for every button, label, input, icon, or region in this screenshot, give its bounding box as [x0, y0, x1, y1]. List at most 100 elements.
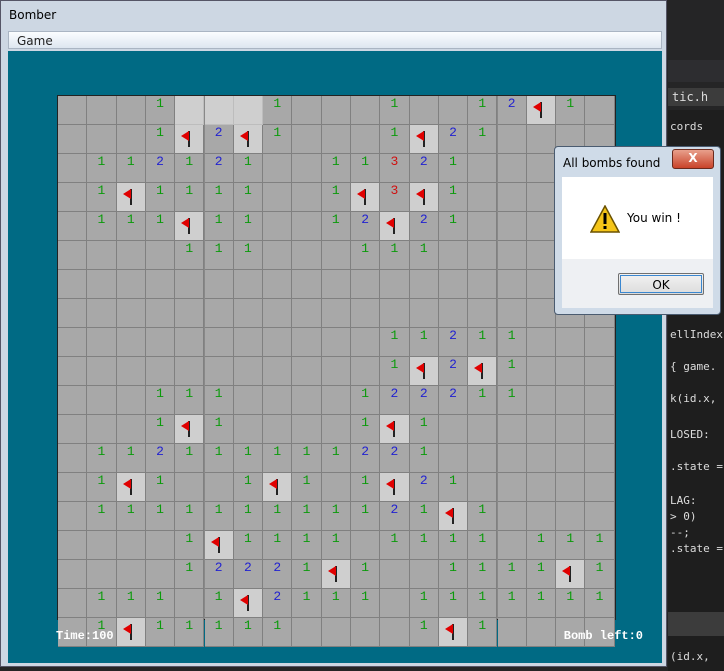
- cell-closed[interactable]: [585, 415, 615, 444]
- cell-closed[interactable]: [526, 415, 557, 444]
- cell-number[interactable]: 1: [321, 531, 351, 560]
- cell-closed[interactable]: [116, 96, 146, 125]
- cell-number[interactable]: 1: [468, 125, 498, 154]
- menu-game[interactable]: Game: [17, 34, 53, 48]
- cell-closed[interactable]: [526, 328, 557, 357]
- cell-closed[interactable]: [292, 154, 322, 183]
- cell-flagged[interactable]: [321, 560, 351, 589]
- cell-number[interactable]: 1: [175, 183, 205, 212]
- cell-number[interactable]: 1: [204, 183, 234, 212]
- cell-number[interactable]: 1: [321, 183, 351, 212]
- cell-closed[interactable]: [556, 502, 586, 531]
- cell-closed[interactable]: [468, 415, 498, 444]
- cell-closed[interactable]: [87, 241, 117, 270]
- cell-number[interactable]: 1: [438, 183, 469, 212]
- cell-closed[interactable]: [58, 96, 88, 125]
- cell-number[interactable]: 1: [233, 618, 264, 647]
- cell-number[interactable]: 1: [87, 183, 117, 212]
- cell-closed[interactable]: [380, 299, 410, 328]
- cell-number[interactable]: 1: [497, 560, 527, 589]
- cell-number[interactable]: 1: [351, 241, 381, 270]
- cell-number[interactable]: 1: [233, 241, 264, 270]
- cell-number[interactable]: 1: [204, 212, 234, 241]
- cell-number[interactable]: 1: [526, 589, 557, 618]
- cell-closed[interactable]: [468, 241, 498, 270]
- cell-closed[interactable]: [556, 386, 586, 415]
- cell-closed[interactable]: [497, 531, 527, 560]
- cell-closed[interactable]: [87, 328, 117, 357]
- cell-number[interactable]: 1: [409, 502, 439, 531]
- cell-number[interactable]: 1: [263, 125, 293, 154]
- cell-number[interactable]: 1: [204, 386, 234, 415]
- cell-number[interactable]: 2: [438, 328, 469, 357]
- cell-flagged[interactable]: [175, 125, 205, 154]
- cell-closed[interactable]: [233, 328, 264, 357]
- cell-number[interactable]: 1: [351, 154, 381, 183]
- cell-closed[interactable]: [175, 328, 205, 357]
- cell-closed[interactable]: [526, 618, 557, 647]
- cell-closed[interactable]: [145, 241, 176, 270]
- cell-closed[interactable]: [526, 212, 557, 241]
- cell-closed[interactable]: [58, 125, 88, 154]
- cell-closed[interactable]: [321, 618, 351, 647]
- cell-number[interactable]: 2: [409, 473, 439, 502]
- ok-button[interactable]: OK: [618, 273, 704, 295]
- cell-number[interactable]: 1: [409, 444, 439, 473]
- cell-closed[interactable]: [292, 96, 322, 125]
- cell-closed[interactable]: [292, 270, 322, 299]
- cell-closed[interactable]: [526, 241, 557, 270]
- cell-closed[interactable]: [175, 299, 205, 328]
- cell-closed[interactable]: [556, 328, 586, 357]
- cell-number[interactable]: 2: [263, 560, 293, 589]
- cell-number[interactable]: 1: [380, 241, 410, 270]
- cell-number[interactable]: 1: [380, 531, 410, 560]
- cell-number[interactable]: 1: [438, 473, 469, 502]
- cell-number[interactable]: 1: [438, 560, 469, 589]
- cell-number[interactable]: 1: [468, 96, 498, 125]
- cell-number[interactable]: 1: [380, 125, 410, 154]
- cell-closed[interactable]: [58, 183, 88, 212]
- cell-number[interactable]: 1: [116, 444, 146, 473]
- cell-number[interactable]: 2: [438, 386, 469, 415]
- cell-number[interactable]: 1: [409, 618, 439, 647]
- cell-closed[interactable]: [233, 357, 264, 386]
- cell-closed[interactable]: [409, 299, 439, 328]
- cell-number[interactable]: 1: [145, 212, 176, 241]
- cell-number[interactable]: 1: [292, 473, 322, 502]
- cell-closed[interactable]: [263, 183, 293, 212]
- cell-closed[interactable]: [116, 241, 146, 270]
- cell-number[interactable]: 1: [321, 212, 351, 241]
- cell-number[interactable]: 1: [468, 531, 498, 560]
- cell-number[interactable]: 2: [409, 386, 439, 415]
- cell-closed[interactable]: [380, 618, 410, 647]
- cell-number[interactable]: 1: [585, 560, 615, 589]
- cell-closed[interactable]: [351, 328, 381, 357]
- cell-closed[interactable]: [233, 386, 264, 415]
- cell-number[interactable]: 1: [87, 473, 117, 502]
- cell-number[interactable]: 1: [204, 241, 234, 270]
- cell-closed[interactable]: [233, 270, 264, 299]
- cell-closed[interactable]: [468, 270, 498, 299]
- cell-closed[interactable]: [556, 473, 586, 502]
- cell-number[interactable]: 1: [145, 473, 176, 502]
- cell-closed[interactable]: [204, 473, 234, 502]
- cell-number[interactable]: 2: [380, 386, 410, 415]
- cell-closed[interactable]: [526, 270, 557, 299]
- cell-number[interactable]: 1: [87, 212, 117, 241]
- cell-closed[interactable]: [468, 154, 498, 183]
- cell-closed[interactable]: [58, 531, 88, 560]
- cell-number[interactable]: 1: [116, 212, 146, 241]
- cell-flagged[interactable]: [526, 96, 557, 125]
- cell-closed[interactable]: [556, 415, 586, 444]
- cell-closed[interactable]: [292, 125, 322, 154]
- cell-closed[interactable]: [58, 212, 88, 241]
- cell-number[interactable]: 1: [204, 415, 234, 444]
- cell-closed[interactable]: [497, 154, 527, 183]
- cell-number[interactable]: 1: [116, 589, 146, 618]
- cell-closed[interactable]: [351, 96, 381, 125]
- cell-number[interactable]: 2: [438, 125, 469, 154]
- cell-closed[interactable]: [380, 560, 410, 589]
- cell-number[interactable]: 1: [556, 531, 586, 560]
- cell-flagged[interactable]: [438, 618, 469, 647]
- cell-number[interactable]: 1: [204, 589, 234, 618]
